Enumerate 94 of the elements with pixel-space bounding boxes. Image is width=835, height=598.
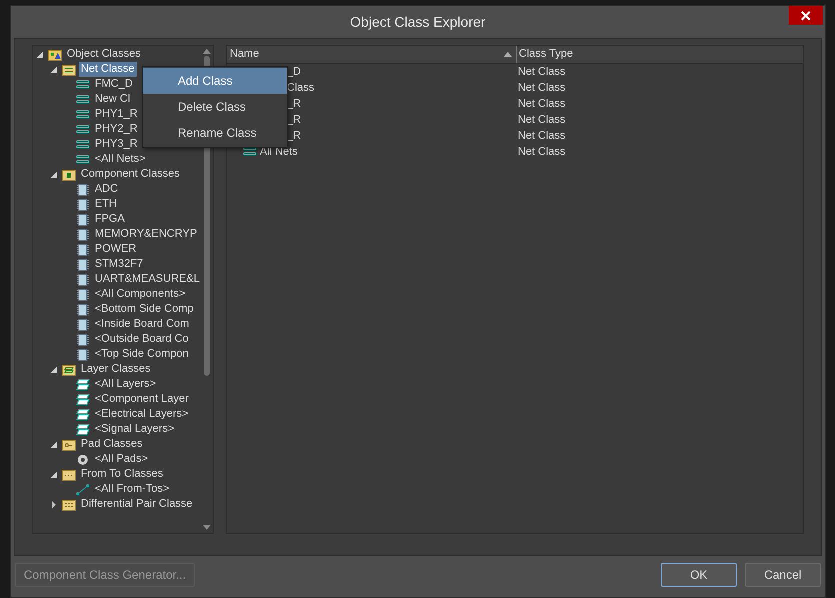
table-cell-text: Net Class xyxy=(518,144,566,160)
tree-item[interactable]: Differential Pair Classe xyxy=(79,497,195,512)
tree-item[interactable]: ADC xyxy=(93,182,120,197)
table-cell-text: Net Class xyxy=(518,112,566,128)
dialog-button[interactable]: OK xyxy=(661,562,737,586)
chip-icon xyxy=(76,288,90,300)
expanded-icon[interactable] xyxy=(49,64,59,74)
tree-item[interactable]: <All Pads> xyxy=(93,452,150,467)
tree-item[interactable]: PHY2_R xyxy=(93,122,140,137)
chip-icon xyxy=(76,214,90,226)
tree-item[interactable]: <Component Layer xyxy=(93,392,191,407)
expanded-icon[interactable] xyxy=(35,50,45,60)
net-icon xyxy=(76,124,90,136)
sort-ascending-icon[interactable] xyxy=(504,52,512,57)
pad-icon xyxy=(76,454,90,466)
folder-icon xyxy=(48,48,62,60)
net-icon xyxy=(76,78,90,90)
layer-icon xyxy=(76,378,90,390)
tree-item[interactable]: Pad Classes xyxy=(79,437,145,452)
tree-item[interactable]: PHY3_R xyxy=(93,137,140,152)
scroll-down-icon[interactable] xyxy=(203,525,211,531)
tree-item[interactable]: From To Classes xyxy=(79,467,166,482)
chip-icon xyxy=(76,318,90,330)
layer-icon xyxy=(76,394,90,406)
chip-icon xyxy=(76,244,90,256)
chip-icon xyxy=(76,304,90,316)
chip-icon xyxy=(76,348,90,360)
tree-item[interactable]: FPGA xyxy=(93,212,127,227)
chip-icon xyxy=(76,274,90,286)
connection-icon xyxy=(76,484,90,496)
dialog-button[interactable]: Cancel xyxy=(745,562,821,586)
table-cell-text: _D xyxy=(287,64,302,80)
column-header[interactable]: Name xyxy=(230,46,260,63)
chip-icon xyxy=(76,228,90,240)
tree-item[interactable]: Component Classes xyxy=(79,167,182,182)
tree-item[interactable]: New Cl xyxy=(93,92,132,107)
net-icon xyxy=(76,108,90,120)
tree-item[interactable]: POWER xyxy=(93,242,139,257)
table-cell-text: Class xyxy=(287,80,315,96)
collapsed-icon[interactable] xyxy=(49,500,59,510)
tree-item[interactable]: <Signal Layers> xyxy=(93,422,176,437)
menu-item[interactable]: Delete Class xyxy=(143,94,287,120)
folder-icon xyxy=(62,168,76,180)
chip-icon xyxy=(76,198,90,210)
expanded-icon[interactable] xyxy=(49,470,59,480)
table-cell-text: Net Class xyxy=(518,64,566,80)
table-cell-text: Net Class xyxy=(518,96,566,112)
tree-item[interactable]: <Outside Board Co xyxy=(93,332,191,347)
table-cell-text: Net Class xyxy=(518,128,566,144)
chip-icon xyxy=(76,184,90,196)
tree-item[interactable]: Net Classe xyxy=(79,62,137,77)
layer-icon xyxy=(76,424,90,436)
folder-icon xyxy=(62,438,76,450)
table-cell-text: _R xyxy=(287,112,302,128)
tree-item[interactable]: STM32F7 xyxy=(93,257,146,272)
net-icon xyxy=(243,146,257,158)
table-cell-text: Net Class xyxy=(518,80,566,96)
net-icon xyxy=(76,138,90,150)
expanded-icon[interactable] xyxy=(49,364,59,374)
tree-item[interactable]: Layer Classes xyxy=(79,362,153,377)
tree-item[interactable]: PHY1_R xyxy=(93,107,140,122)
tree-item[interactable]: Object Classes xyxy=(65,47,143,62)
tree-item[interactable]: <Inside Board Com xyxy=(93,317,192,332)
close-icon xyxy=(801,10,811,20)
folder-icon xyxy=(62,64,76,76)
net-icon xyxy=(76,94,90,106)
expanded-icon[interactable] xyxy=(49,440,59,450)
tree-item[interactable]: MEMORY&ENCRYP xyxy=(93,227,200,242)
tree-item[interactable]: <All Layers> xyxy=(93,377,158,392)
tree-item[interactable]: <Electrical Layers> xyxy=(93,407,191,422)
window-title: Object Class Explorer xyxy=(350,12,486,32)
menu-item[interactable]: Rename Class xyxy=(143,120,287,146)
tree-item[interactable]: <All Components> xyxy=(93,287,188,302)
chip-icon xyxy=(76,334,90,346)
scroll-up-icon[interactable] xyxy=(203,48,211,54)
expanded-icon[interactable] xyxy=(49,170,59,180)
tree-item[interactable]: <Top Side Compon xyxy=(93,347,191,362)
folder-icon xyxy=(62,498,76,510)
tree-item[interactable]: <All Nets> xyxy=(93,152,148,167)
folder-icon xyxy=(62,364,76,376)
tree-item[interactable]: <Bottom Side Comp xyxy=(93,302,196,317)
tree-item[interactable]: UART&MEASURE&L xyxy=(93,272,201,287)
table-cell-text: _R xyxy=(287,96,302,112)
tree-item[interactable]: FMC_D xyxy=(93,77,135,92)
folder-icon xyxy=(62,468,76,480)
layer-icon xyxy=(76,408,90,420)
column-header[interactable]: Class Type xyxy=(519,46,574,63)
table-cell-text: _R xyxy=(287,128,302,144)
chip-icon xyxy=(76,258,90,270)
close-button[interactable] xyxy=(789,6,823,25)
net-icon xyxy=(76,154,90,166)
tree-item[interactable]: ETH xyxy=(93,197,119,212)
tree-item[interactable]: <All From-Tos> xyxy=(93,482,172,497)
menu-item[interactable]: Add Class xyxy=(143,68,287,94)
